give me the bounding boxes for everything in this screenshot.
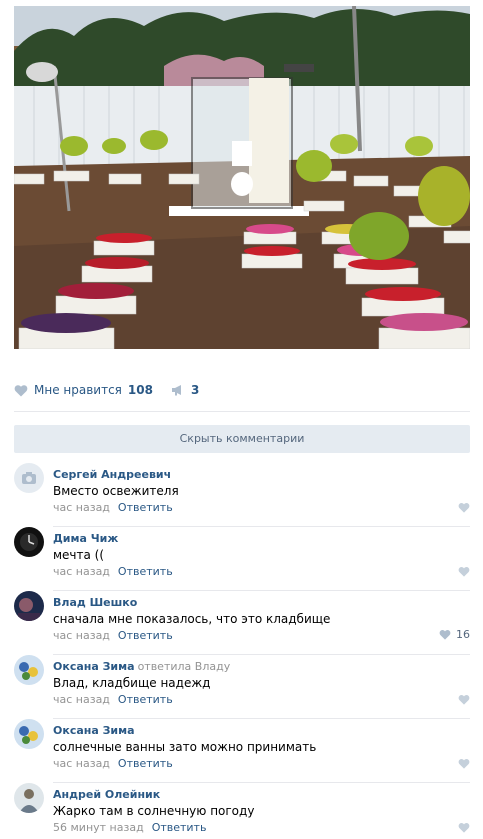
- comment-time[interactable]: 56 минут назад: [53, 821, 144, 834]
- comment-text: сначала мне показалось, что это кладбище: [53, 612, 331, 626]
- avatar-image: [14, 591, 44, 621]
- reply-link[interactable]: Ответить: [118, 757, 173, 770]
- camera-icon: [14, 463, 44, 493]
- comment-author[interactable]: Дима Чиж: [53, 531, 118, 547]
- heart-icon: [458, 567, 470, 577]
- hide-comments-button[interactable]: Скрыть комментарии: [14, 425, 470, 453]
- comment-item: Сергей Андреевич Вместо освежителя час н…: [14, 463, 470, 527]
- comment-item: Андрей Олейник Жарко там в солнечную пог…: [14, 783, 470, 839]
- comment-author[interactable]: Влад Шешко: [53, 595, 137, 611]
- heart-icon: [458, 503, 470, 513]
- comment-item: Оксана Зима ответила Владу Влад, кладбище…: [14, 655, 470, 719]
- comment-text: солнечные ванны зато можно принимать: [53, 740, 317, 754]
- comment-text: Жарко там в солнечную погоду: [53, 804, 255, 818]
- reply-link[interactable]: Ответить: [152, 821, 207, 834]
- megaphone-icon: [171, 385, 181, 396]
- reply-link[interactable]: Ответить: [118, 629, 173, 642]
- reply-link[interactable]: Ответить: [118, 501, 173, 514]
- heart-icon: [14, 384, 28, 396]
- comment-item: Дима Чиж мечта (( час назад Ответить: [14, 527, 470, 591]
- comment-time[interactable]: час назад: [53, 565, 110, 578]
- comment-like-button[interactable]: [458, 502, 470, 513]
- heart-icon: [458, 823, 470, 833]
- avatar-image: [14, 719, 44, 749]
- avatar[interactable]: [14, 591, 44, 621]
- comment-text: мечта ((: [53, 548, 105, 562]
- heart-icon: [458, 759, 470, 769]
- post-photo[interactable]: [14, 6, 470, 349]
- comment-author[interactable]: Оксана Зима: [53, 723, 135, 739]
- divider: [14, 411, 470, 412]
- comment-time[interactable]: час назад: [53, 757, 110, 770]
- comment-time[interactable]: час назад: [53, 501, 110, 514]
- share-button[interactable]: 3: [171, 383, 199, 397]
- comment-text: Вместо освежителя: [53, 484, 179, 498]
- comment-like-button[interactable]: [458, 758, 470, 769]
- comment-like-button[interactable]: 16: [439, 628, 470, 641]
- like-button[interactable]: Мне нравится 108: [14, 383, 153, 397]
- comment-author[interactable]: Оксана Зима: [53, 659, 135, 675]
- comment-author[interactable]: Андрей Олейник: [53, 787, 160, 803]
- avatar[interactable]: [14, 719, 44, 749]
- comment-text: Влад, кладбище надежд: [53, 676, 211, 690]
- comment-like-count: 16: [456, 628, 470, 641]
- post-actions: Мне нравится 108 3: [14, 378, 199, 402]
- comment-item: Оксана Зима солнечные ванны зато можно п…: [14, 719, 470, 783]
- avatar[interactable]: [14, 655, 44, 685]
- like-label: Мне нравится: [34, 383, 122, 397]
- comment-like-button[interactable]: [458, 822, 470, 833]
- like-count: 108: [127, 383, 153, 397]
- heart-icon: [458, 695, 470, 705]
- heart-icon: [439, 630, 451, 640]
- reply-link[interactable]: Ответить: [118, 693, 173, 706]
- share-count: 3: [190, 383, 200, 397]
- avatar-image: [14, 783, 44, 813]
- reply-link[interactable]: Ответить: [118, 565, 173, 578]
- comment-like-button[interactable]: [458, 566, 470, 577]
- avatar[interactable]: [14, 527, 44, 557]
- photo-image: [14, 6, 470, 349]
- comment-like-button[interactable]: [458, 694, 470, 705]
- replied-to[interactable]: ответила Владу: [138, 660, 231, 673]
- avatar-image: [14, 655, 44, 685]
- avatar[interactable]: [14, 463, 44, 493]
- comment-author[interactable]: Сергей Андреевич: [53, 467, 171, 483]
- comment-item: Влад Шешко сначала мне показалось, что э…: [14, 591, 470, 655]
- avatar-image: [14, 527, 44, 557]
- comment-time[interactable]: час назад: [53, 693, 110, 706]
- avatar[interactable]: [14, 783, 44, 813]
- comment-time[interactable]: час назад: [53, 629, 110, 642]
